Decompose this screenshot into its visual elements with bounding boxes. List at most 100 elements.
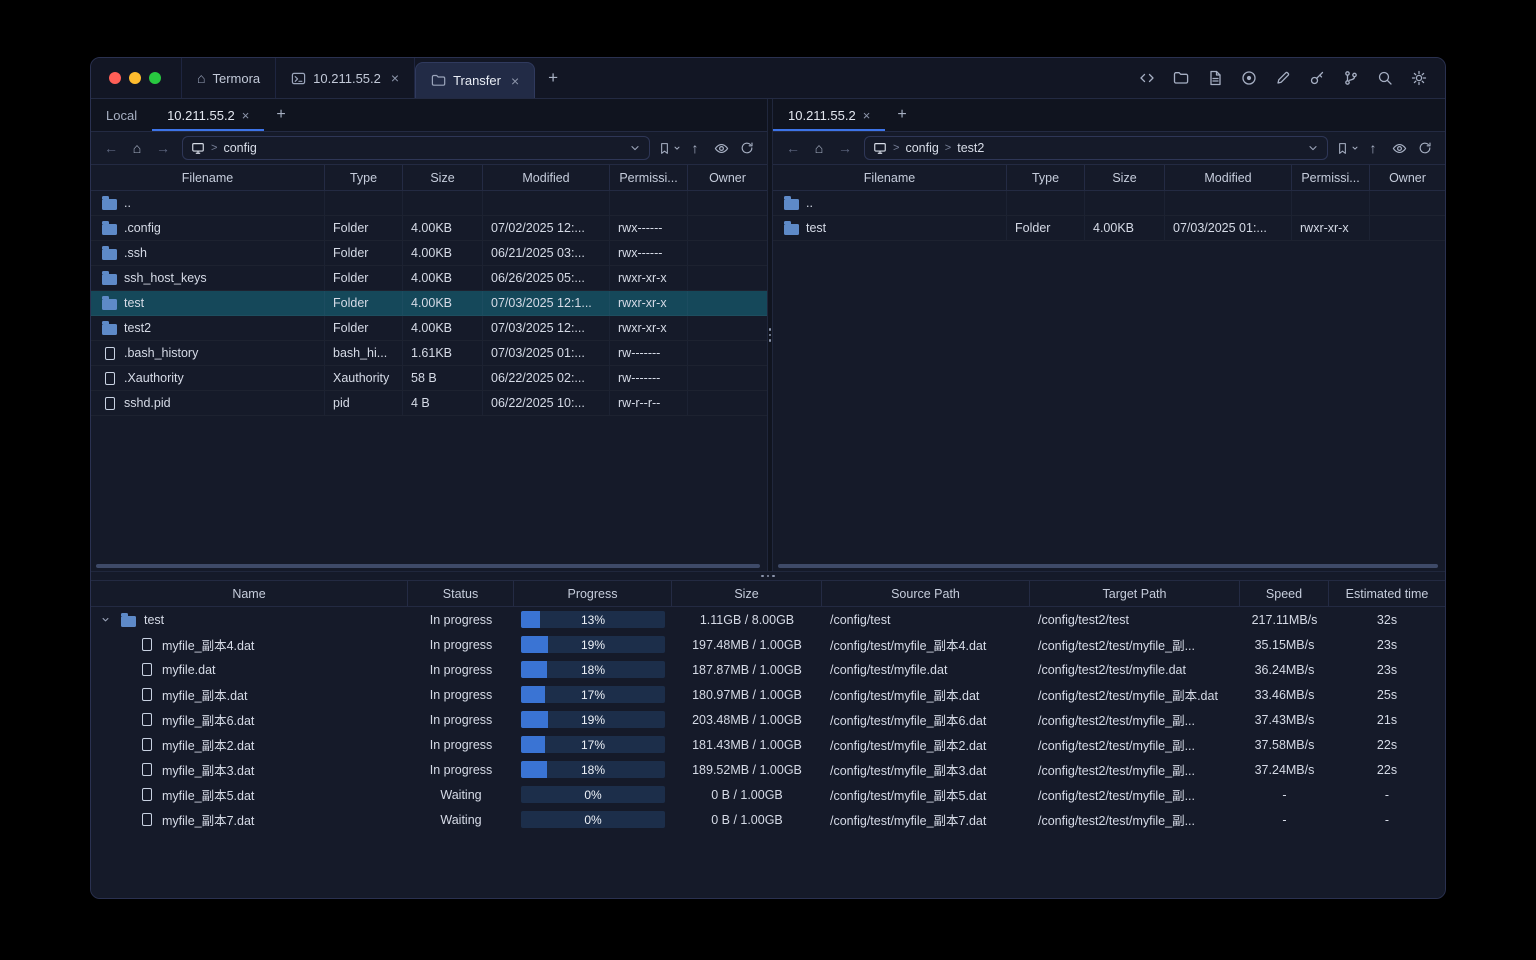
transfer-row[interactable]: myfile_副本3.dat In progress 18% 189.52MB … [91, 757, 1445, 782]
refresh-icon[interactable] [734, 136, 760, 160]
zoom-window-button[interactable] [149, 72, 161, 84]
column-header-filename[interactable]: Filename [773, 165, 1007, 190]
minimize-window-button[interactable] [129, 72, 141, 84]
table-row[interactable]: .ssh Folder 4.00KB 06/21/2025 03:... rwx… [91, 241, 767, 266]
settings-gear-icon[interactable] [1410, 70, 1427, 87]
close-tab-icon[interactable]: × [391, 71, 399, 85]
path-segment[interactable]: config [905, 141, 938, 155]
file-permissions: rwx------ [610, 241, 688, 265]
column-header-modified[interactable]: Modified [483, 165, 610, 190]
transfer-row[interactable]: myfile.dat In progress 18% 187.87MB / 1.… [91, 657, 1445, 682]
record-icon[interactable] [1240, 70, 1257, 87]
left-panel-toolbar: ← ⌂ → > config ↑ [91, 132, 767, 164]
column-header-name[interactable]: Name [91, 581, 408, 606]
column-header-permissions[interactable]: Permissi... [610, 165, 688, 190]
column-header-owner[interactable]: Owner [688, 165, 767, 190]
transfer-row[interactable]: myfile_副本2.dat In progress 17% 181.43MB … [91, 732, 1445, 757]
code-icon[interactable] [1138, 70, 1155, 87]
file-modified: 07/02/2025 12:... [483, 216, 610, 240]
close-tab-icon[interactable]: × [242, 109, 250, 122]
transfer-row[interactable]: test In progress 13% 1.11GB / 8.00GB /co… [91, 607, 1445, 632]
forward-button[interactable]: → [150, 136, 176, 160]
column-header-progress[interactable]: Progress [514, 581, 672, 606]
table-row[interactable]: test2 Folder 4.00KB 07/03/2025 12:... rw… [91, 316, 767, 341]
table-row-selected[interactable]: test Folder 4.00KB 07/03/2025 12:1... rw… [91, 291, 767, 316]
tab-host-session[interactable]: 10.211.55.2 × [276, 58, 416, 98]
show-hidden-eye-icon[interactable] [708, 136, 734, 160]
titlebar-actions [1138, 58, 1445, 98]
column-header-status[interactable]: Status [408, 581, 514, 606]
path-segment[interactable]: test2 [957, 141, 984, 155]
close-window-button[interactable] [109, 72, 121, 84]
bookmark-button[interactable] [1334, 136, 1360, 160]
close-tab-icon[interactable]: × [863, 109, 871, 122]
table-row[interactable]: .. [91, 191, 767, 216]
column-header-modified[interactable]: Modified [1165, 165, 1292, 190]
table-row[interactable]: ssh_host_keys Folder 4.00KB 06/26/2025 0… [91, 266, 767, 291]
transfer-row[interactable]: myfile_副本.dat In progress 17% 180.97MB /… [91, 682, 1445, 707]
horizontal-scrollbar[interactable] [778, 564, 1438, 568]
chevron-down-icon[interactable] [1307, 142, 1319, 154]
tab-termora[interactable]: ⌂ Termora [181, 58, 277, 98]
terminal-icon [291, 71, 306, 86]
upload-button[interactable]: ↑ [682, 136, 708, 160]
path-bar[interactable]: > config > test2 [864, 136, 1328, 160]
transfer-row[interactable]: myfile_副本7.dat Waiting 0% 0 B / 1.00GB /… [91, 807, 1445, 832]
file-name: test2 [124, 321, 152, 335]
column-header-size[interactable]: Size [672, 581, 822, 606]
column-header-size[interactable]: Size [403, 165, 483, 190]
column-header-target-path[interactable]: Target Path [1030, 581, 1240, 606]
tab-transfer[interactable]: Transfer × [415, 62, 536, 98]
column-header-filename[interactable]: Filename [91, 165, 325, 190]
search-icon[interactable] [1376, 70, 1393, 87]
table-row[interactable]: sshd.pid pid 4 B 06/22/2025 10:... rw-r-… [91, 391, 767, 416]
log-document-icon[interactable] [1206, 70, 1223, 87]
path-bar[interactable]: > config [182, 136, 650, 160]
table-row[interactable]: .. [773, 191, 1445, 216]
file-modified: 06/21/2025 03:... [483, 241, 610, 265]
forward-button[interactable]: → [832, 136, 858, 160]
column-header-type[interactable]: Type [1007, 165, 1085, 190]
column-header-estimated-time[interactable]: Estimated time [1329, 581, 1445, 606]
new-tab-button[interactable]: + [535, 58, 571, 98]
column-header-source-path[interactable]: Source Path [822, 581, 1030, 606]
back-button[interactable]: ← [98, 136, 124, 160]
column-header-owner[interactable]: Owner [1370, 165, 1445, 190]
table-row[interactable]: test Folder 4.00KB 07/03/2025 01:... rwx… [773, 216, 1445, 241]
table-row[interactable]: .bash_history bash_hi... 1.61KB 07/03/20… [91, 341, 767, 366]
column-header-type[interactable]: Type [325, 165, 403, 190]
new-panel-tab-button[interactable]: + [885, 99, 918, 131]
refresh-icon[interactable] [1412, 136, 1438, 160]
new-panel-tab-button[interactable]: + [264, 99, 297, 131]
home-button[interactable]: ⌂ [124, 136, 150, 160]
home-button[interactable]: ⌂ [806, 136, 832, 160]
table-row[interactable]: .config Folder 4.00KB 07/02/2025 12:... … [91, 216, 767, 241]
panel-tab-remote[interactable]: 10.211.55.2 × [152, 99, 265, 131]
file-permissions: rwxr-xr-x [610, 316, 688, 340]
folder-icon[interactable] [1172, 70, 1189, 87]
close-tab-icon[interactable]: × [511, 74, 519, 88]
horizontal-scrollbar[interactable] [96, 564, 760, 568]
transfer-row[interactable]: myfile_副本5.dat Waiting 0% 0 B / 1.00GB /… [91, 782, 1445, 807]
panel-tab-local[interactable]: Local [91, 99, 152, 131]
transfer-splitter[interactable] [91, 571, 1445, 580]
transfer-row[interactable]: myfile_副本4.dat In progress 19% 197.48MB … [91, 632, 1445, 657]
table-row[interactable]: .Xauthority Xauthority 58 B 06/22/2025 0… [91, 366, 767, 391]
transfer-row[interactable]: myfile_副本6.dat In progress 19% 203.48MB … [91, 707, 1445, 732]
bookmark-button[interactable] [656, 136, 682, 160]
git-branch-icon[interactable] [1342, 70, 1359, 87]
back-button[interactable]: ← [780, 136, 806, 160]
column-header-permissions[interactable]: Permissi... [1292, 165, 1370, 190]
show-hidden-eye-icon[interactable] [1386, 136, 1412, 160]
key-icon[interactable] [1308, 70, 1325, 87]
transfer-eta: 22s [1376, 762, 1398, 777]
column-header-size[interactable]: Size [1085, 165, 1165, 190]
upload-button[interactable]: ↑ [1360, 136, 1386, 160]
collapse-chevron-icon[interactable] [97, 614, 113, 625]
edit-pencil-icon[interactable] [1274, 70, 1291, 87]
path-segment[interactable]: config [223, 141, 256, 155]
file-modified: 07/03/2025 12:1... [483, 291, 610, 315]
chevron-down-icon[interactable] [629, 142, 641, 154]
column-header-speed[interactable]: Speed [1240, 581, 1329, 606]
panel-tab-remote[interactable]: 10.211.55.2 × [773, 99, 886, 131]
